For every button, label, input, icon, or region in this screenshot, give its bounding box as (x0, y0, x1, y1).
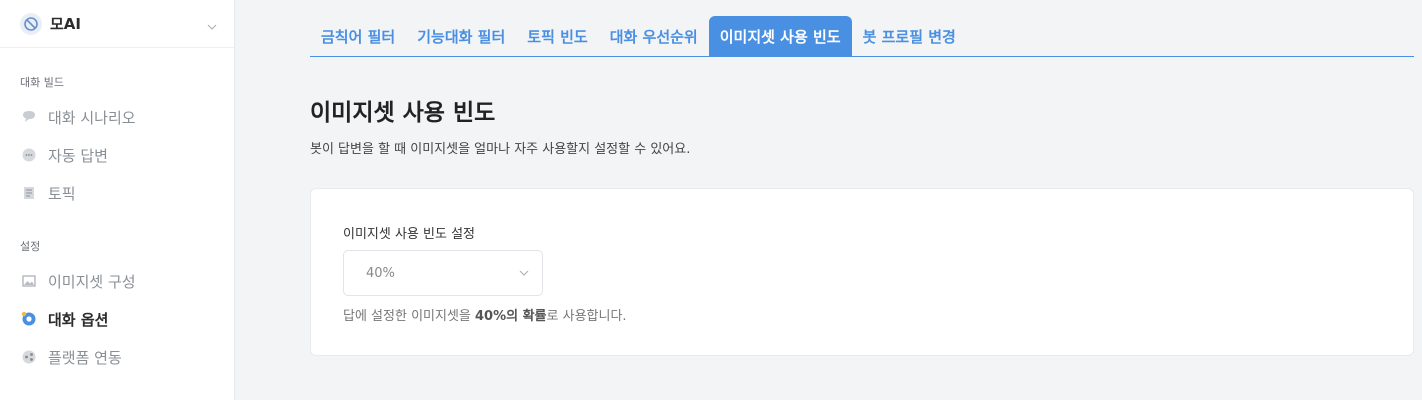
sidebar-item-label: 토픽 (48, 184, 76, 203)
sidebar-item-label: 대화 시나리오 (48, 108, 136, 127)
sidebar-item-platform[interactable]: 플랫폼 연동 (0, 338, 234, 376)
tab-banned-words[interactable]: 금칙어 필터 (310, 16, 406, 56)
tab-imageset-frequency[interactable]: 이미지셋 사용 빈도 (708, 16, 852, 56)
section-label-settings: 설정 (20, 240, 41, 253)
sidebar: 모AI 대화 빌드 대화 시나리오 자동 답변 토픽 설정 이미지셋 구성 대화… (0, 0, 235, 400)
speech-dots-icon (20, 146, 38, 164)
frequency-select[interactable]: 40% (343, 250, 543, 296)
hint-prefix: 답에 설정한 이미지셋을 (343, 309, 475, 324)
chevron-down-icon[interactable] (206, 18, 218, 30)
sidebar-item-label: 플랫폼 연동 (48, 348, 122, 367)
sidebar-item-topic[interactable]: 토픽 (0, 174, 234, 212)
section-label-build: 대화 빌드 (20, 76, 64, 89)
settings-card: 이미지셋 사용 빈도 설정 40% 답에 설정한 이미지셋을 40%의 확률로 … (310, 188, 1414, 356)
brand-logo-icon (20, 12, 42, 35)
hint-bold: 40%의 확률 (475, 309, 547, 324)
app-root: 모AI 대화 빌드 대화 시나리오 자동 답변 토픽 설정 이미지셋 구성 대화… (0, 0, 1422, 400)
sidebar-item-label: 이미지셋 구성 (48, 272, 136, 291)
chat-bubble-icon (20, 108, 38, 126)
tab-topic-frequency[interactable]: 토픽 빈도 (516, 16, 598, 56)
share-icon (20, 348, 38, 366)
select-value: 40% (366, 265, 395, 281)
sidebar-item-label: 대화 옵션 (48, 310, 109, 329)
sidebar-item-auto-reply[interactable]: 자동 답변 (0, 136, 234, 174)
page-title: 이미지셋 사용 빈도 (310, 100, 496, 126)
field-label: 이미지셋 사용 빈도 설정 (343, 227, 475, 242)
image-icon (20, 272, 38, 290)
brand-switcher[interactable]: 모AI (0, 0, 234, 48)
tab-bar: 금칙어 필터 기능대화 필터 토픽 빈도 대화 우선순위 이미지셋 사용 빈도 … (310, 15, 1414, 57)
main-content: 금칙어 필터 기능대화 필터 토픽 빈도 대화 우선순위 이미지셋 사용 빈도 … (235, 0, 1422, 400)
sidebar-item-imageset[interactable]: 이미지셋 구성 (0, 262, 234, 300)
hint-text: 답에 설정한 이미지셋을 40%의 확률로 사용합니다. (343, 305, 627, 324)
tab-function-chat[interactable]: 기능대화 필터 (406, 16, 516, 56)
sidebar-item-label: 자동 답변 (48, 146, 108, 165)
document-icon (20, 184, 38, 202)
tab-bot-profile[interactable]: 봇 프로필 변경 (852, 16, 967, 56)
tab-chat-priority[interactable]: 대화 우선순위 (599, 16, 709, 56)
sidebar-item-scenario[interactable]: 대화 시나리오 (0, 98, 234, 136)
page-description: 봇이 답변을 할 때 이미지셋을 얼마나 자주 사용할지 설정할 수 있어요. (310, 142, 691, 157)
chevron-down-icon (518, 264, 530, 283)
gear-icon (20, 310, 38, 328)
brand-name: 모AI (50, 15, 81, 33)
sidebar-item-chat-options[interactable]: 대화 옵션 (0, 300, 234, 338)
hint-suffix: 로 사용합니다. (546, 309, 627, 324)
